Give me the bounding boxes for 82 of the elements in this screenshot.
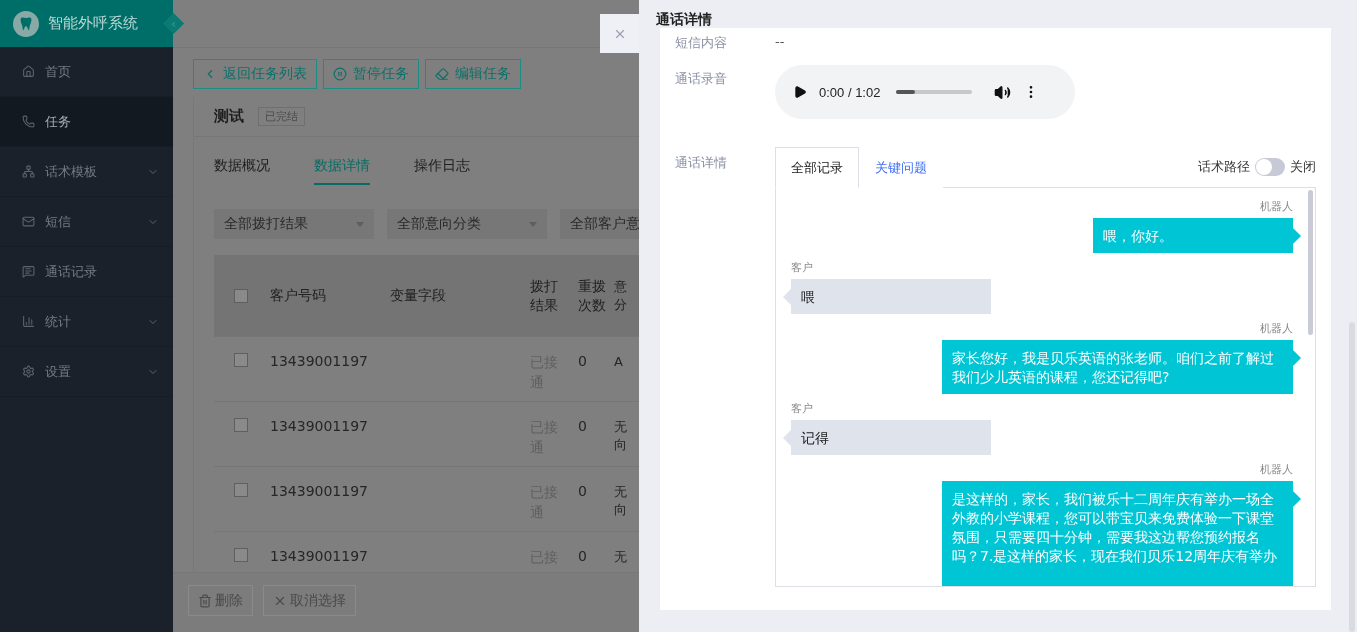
filter-dropdown[interactable]: 全部客户意 [560, 209, 639, 239]
settings-icon [22, 365, 35, 378]
message-bubble: 喂 [791, 279, 991, 314]
message-bubble: 家长您好，我是贝乐英语的张老师。咱们之前了解过我们少儿英语的课程，您还记得吧? [942, 340, 1293, 394]
task-title: 测试 [214, 107, 244, 126]
play-icon[interactable] [793, 85, 807, 99]
row-checkbox[interactable] [234, 353, 248, 367]
toggle-state: 关闭 [1290, 158, 1316, 176]
column-header: 拨打结果 [530, 276, 559, 315]
sidebar-item[interactable]: 短信 [0, 197, 173, 247]
field-label: 短信内容 [675, 34, 728, 52]
mail-icon [22, 215, 35, 228]
sidebar-item[interactable]: 通话记录 [0, 247, 173, 297]
column-header: 重拨次数 [578, 276, 607, 315]
phone-cell-text: 13439001197 [270, 353, 369, 369]
message-bubble: 记得 [791, 420, 991, 455]
tab[interactable]: 数据概况 [214, 157, 270, 185]
phone-cell-text: 13439001197 [270, 418, 369, 434]
table-cell-text: 无 [614, 548, 627, 566]
sidebar-label: 话术模板 [45, 162, 98, 181]
volume-icon[interactable] [994, 83, 1012, 101]
chat-icon [22, 265, 35, 278]
redial-cell-text: 0 [578, 353, 588, 369]
sidebar-item[interactable]: 任务 [0, 97, 173, 147]
sidebar-label: 任务 [45, 112, 72, 131]
bubble-tail [1293, 491, 1301, 507]
speaker-label: 机器人 [1260, 463, 1293, 477]
column-header: 意分 [614, 277, 627, 314]
speaker-label: 机器人 [1260, 200, 1293, 214]
filter-dropdown[interactable]: 全部意向分类 [387, 209, 547, 239]
redial-cell-text: 0 [578, 548, 588, 564]
sidebar-item[interactable]: 设置 [0, 347, 173, 397]
trash-icon [198, 593, 212, 608]
bubble-tail [1293, 228, 1301, 244]
select-all-checkbox[interactable] [234, 288, 248, 303]
sidebar-item[interactable]: 话术模板 [0, 147, 173, 197]
phone-cell-text: 13439001197 [270, 548, 369, 564]
bubble-tail [783, 430, 791, 446]
sitemap-icon [22, 165, 35, 178]
row-checkbox[interactable] [234, 483, 248, 497]
speaker-label: 客户 [791, 261, 813, 275]
filter-dropdown[interactable]: 全部拨打结果 [214, 209, 374, 239]
toggle-switch[interactable] [1255, 158, 1285, 176]
sidebar-label: 统计 [45, 312, 72, 331]
redial-cell-text: 0 [578, 418, 588, 434]
field-label: 通话详情 [675, 154, 728, 172]
drawer-title: 通话详情 [656, 11, 712, 29]
app-title: 智能外呼系统 [48, 14, 138, 33]
field-label: 通话录音 [675, 70, 728, 88]
message-bubble: 喂，你好。 [1093, 218, 1293, 253]
speaker-label: 机器人 [1260, 322, 1293, 336]
table-cell: 无向 [614, 483, 627, 520]
tooth-logo-icon [13, 10, 39, 37]
phone-icon [22, 115, 35, 128]
sidebar-label: 通话记录 [45, 262, 98, 281]
close-button[interactable] [600, 14, 639, 53]
bubble-tail [1293, 350, 1301, 366]
bar-chart-icon [22, 315, 35, 328]
eraser-icon [435, 67, 449, 81]
sidebar-label: 设置 [45, 362, 72, 381]
redial-cell-text: 0 [578, 483, 588, 499]
audio-progress-track[interactable] [896, 90, 973, 94]
message-bubble: 是这样的，家长，我们被乐十二周年庆有举办一场全外教的小学课程，您可以带宝贝来免费体验一下课堂氛围，只需要四十分钟，需要我这边帮您预约报名吗？7.是这样的家长，现在我们贝乐12周年庆有举办 [942, 481, 1293, 586]
tab[interactable]: 全部记录 [775, 147, 859, 188]
column-header: 客户号码 [270, 286, 327, 305]
column-header: 变量字段 [390, 286, 447, 305]
table-cell-text: A [614, 353, 624, 371]
row-checkbox[interactable] [234, 418, 248, 432]
speaker-label: 客户 [791, 402, 813, 416]
bubble-tail [783, 289, 791, 305]
tab[interactable]: 操作日志 [414, 157, 470, 185]
row-checkbox[interactable] [234, 548, 248, 562]
sidebar-label: 短信 [45, 212, 72, 231]
field-value: -- [775, 34, 786, 51]
phone-cell-text: 13439001197 [270, 483, 369, 499]
table-cell: 无向 [614, 418, 627, 455]
sidebar-label: 首页 [45, 62, 72, 81]
audio-time: 0:00 / 1:02 [819, 84, 881, 100]
home-icon [22, 65, 35, 78]
toggle-label: 话术路径 [1198, 158, 1250, 176]
pause-icon [333, 67, 347, 81]
sidebar-item[interactable]: 统计 [0, 297, 173, 347]
